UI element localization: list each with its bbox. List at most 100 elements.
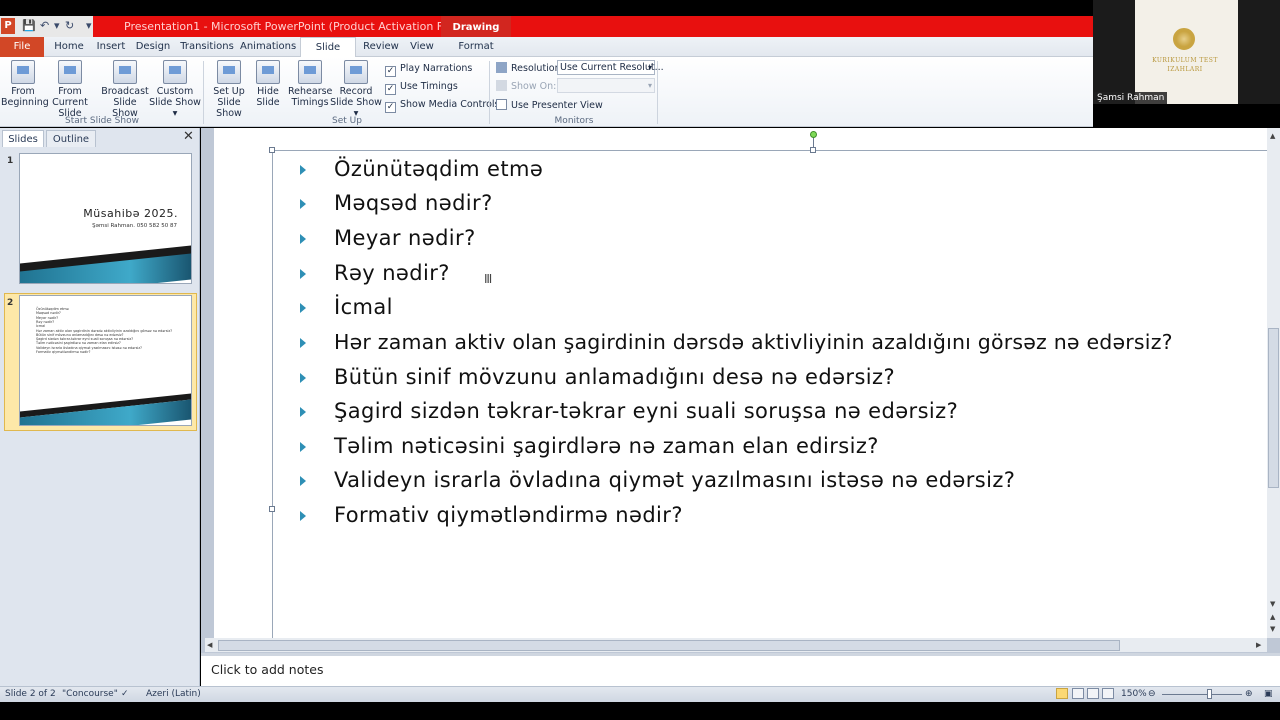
bullet-arrow-icon [300,269,306,279]
close-icon[interactable]: ✕ [183,129,194,144]
scroll-up-icon[interactable]: ▲ [1270,132,1275,140]
text-cursor-icon: Ⅲ [484,272,493,286]
scroll-right-icon[interactable]: ▶ [1256,641,1261,649]
emblem-logo [1173,28,1195,50]
bullet-arrow-icon [300,476,306,486]
zoom-level[interactable]: 150% [1121,689,1147,699]
slideshow-start-icon [11,60,35,84]
group-separator [657,61,658,124]
scroll-left-icon[interactable]: ◀ [207,641,212,649]
language-indicator[interactable]: Azeri (Latin) [146,689,201,699]
zoom-out-icon[interactable]: ⊖ [1148,689,1156,699]
notes-pane[interactable]: Click to add notes [201,653,1280,686]
from-current-slide-button[interactable]: From Current Slide [44,60,96,119]
group-separator [489,61,490,124]
group-label-start-slide-show: Start Slide Show [65,116,139,126]
play-narrations-checkbox[interactable]: ✓ Play Narrations [385,63,472,77]
tab-view[interactable]: View [405,37,439,57]
tab-design[interactable]: Design [134,37,172,57]
webcam-participant-name: Şamsi Rahman [1094,92,1168,104]
custom-slide-show-button[interactable]: Custom Slide Show ▾ [149,60,201,119]
slide-thumbnail-2[interactable]: Özünütəqdim etmə Məqsəd nədir? Meyar nəd… [19,295,192,426]
customize-toolbar-icon[interactable]: ▾ [86,19,92,33]
record-slide-show-button[interactable]: Record Slide Show ▾ [330,60,382,119]
tab-slide-show[interactable]: Slide Show [300,37,356,73]
resolution-dropdown[interactable]: Use Current Resolut... ▾ [557,60,664,75]
redo-icon[interactable]: ↻ [65,19,74,33]
use-timings-checkbox[interactable]: ✓ Use Timings [385,81,458,95]
tab-slides[interactable]: Slides [2,130,44,147]
zoom-in-icon[interactable]: ⊕ [1245,689,1253,699]
previous-slide-icon[interactable]: ▲ [1270,613,1275,621]
undo-icon[interactable]: ↶ [40,19,49,33]
thumbnail-bullet: Formativ qiymətləndirmə nədir? [36,350,91,354]
thumbnail-subtitle: Şəmsi Rahman. 050 582 50 87 [92,223,177,229]
ribbon: From Beginning From Current Slide Broadc… [0,57,1093,127]
checkmark-icon: ✓ [385,102,396,113]
theme-name[interactable]: "Concourse" [62,689,118,699]
slide-number: 1 [7,156,14,166]
slide-thumbnail-1[interactable]: Müsahibə 2025. Şəmsi Rahman. 050 582 50 … [19,153,192,284]
powerpoint-app-icon[interactable]: P [1,18,15,34]
slide-sorter-view-icon[interactable] [1072,688,1084,699]
tab-review[interactable]: Review [362,37,400,57]
hide-slide-icon [256,60,280,84]
rehearse-icon [298,60,322,84]
tab-file[interactable]: File [0,37,44,57]
tab-outline[interactable]: Outline [46,130,96,147]
group-label-set-up: Set Up [332,116,362,126]
next-slide-icon[interactable]: ▼ [1270,625,1275,633]
rotation-handle[interactable] [810,131,817,138]
group-separator [203,61,204,124]
notes-placeholder: Click to add notes [211,662,324,677]
horizontal-scroll-thumb[interactable] [218,640,1120,651]
setup-icon [217,60,241,84]
webcam-sign-text: KURIKULUM TEST [1152,57,1218,64]
tab-home[interactable]: Home [50,37,88,57]
bullet-arrow-icon [300,511,306,521]
show-media-controls-checkbox[interactable]: ✓ Show Media Controls [385,99,500,113]
resolution-label: Resolution: [496,62,564,75]
slide-show-view-icon[interactable] [1102,688,1114,699]
chevron-down-icon: ▾ [647,63,652,72]
slideshow-current-icon [58,60,82,84]
monitor-icon [496,80,507,91]
bullet-arrow-icon [300,373,306,383]
overlay-background [1093,104,1280,127]
tab-insert[interactable]: Insert [93,37,129,57]
bullet-arrow-icon [300,442,306,452]
zoom-slider[interactable] [1162,694,1242,695]
zoom-slider-thumb[interactable] [1207,689,1212,699]
tab-animations[interactable]: Animations [240,37,296,57]
hide-slide-button[interactable]: Hide Slide [254,60,282,108]
webcam-sign-text: IZAHLARI [1167,66,1203,73]
tab-format[interactable]: Format [455,37,497,57]
custom-show-icon [163,60,187,84]
broadcast-icon [113,60,137,84]
webcam-background [1135,0,1238,104]
spelling-check-icon[interactable]: ✓ [121,689,129,699]
from-beginning-button[interactable]: From Beginning [1,60,49,108]
save-icon[interactable]: 💾 [22,19,36,33]
tab-transitions[interactable]: Transitions [178,37,236,57]
rehearse-timings-button[interactable]: Rehearse Timings [288,60,332,108]
show-on-dropdown[interactable]: ▾ [557,78,655,93]
resize-handle-top-left[interactable] [269,147,275,153]
monitor-icon [496,62,507,73]
set-up-slide-show-button[interactable]: Set Up Slide Show [206,60,252,119]
normal-view-icon[interactable] [1056,688,1068,699]
broadcast-slide-show-button[interactable]: Broadcast Slide Show [101,60,149,119]
undo-dropdown-icon[interactable]: ▾ [54,19,60,33]
slide-counter: Slide 2 of 2 [5,689,56,699]
scroll-down-icon[interactable]: ▼ [1270,600,1275,608]
content-placeholder[interactable] [272,150,1267,638]
bullet-arrow-icon [300,303,306,313]
resize-handle-left[interactable] [269,506,275,512]
reading-view-icon[interactable] [1087,688,1099,699]
group-label-monitors: Monitors [554,116,594,126]
fit-to-window-icon[interactable]: ▣ [1264,689,1273,699]
use-presenter-view-checkbox[interactable]: Use Presenter View [496,99,603,112]
vertical-scroll-thumb[interactable] [1268,328,1279,488]
resize-handle-top[interactable] [810,147,816,153]
bullet-arrow-icon [300,407,306,417]
